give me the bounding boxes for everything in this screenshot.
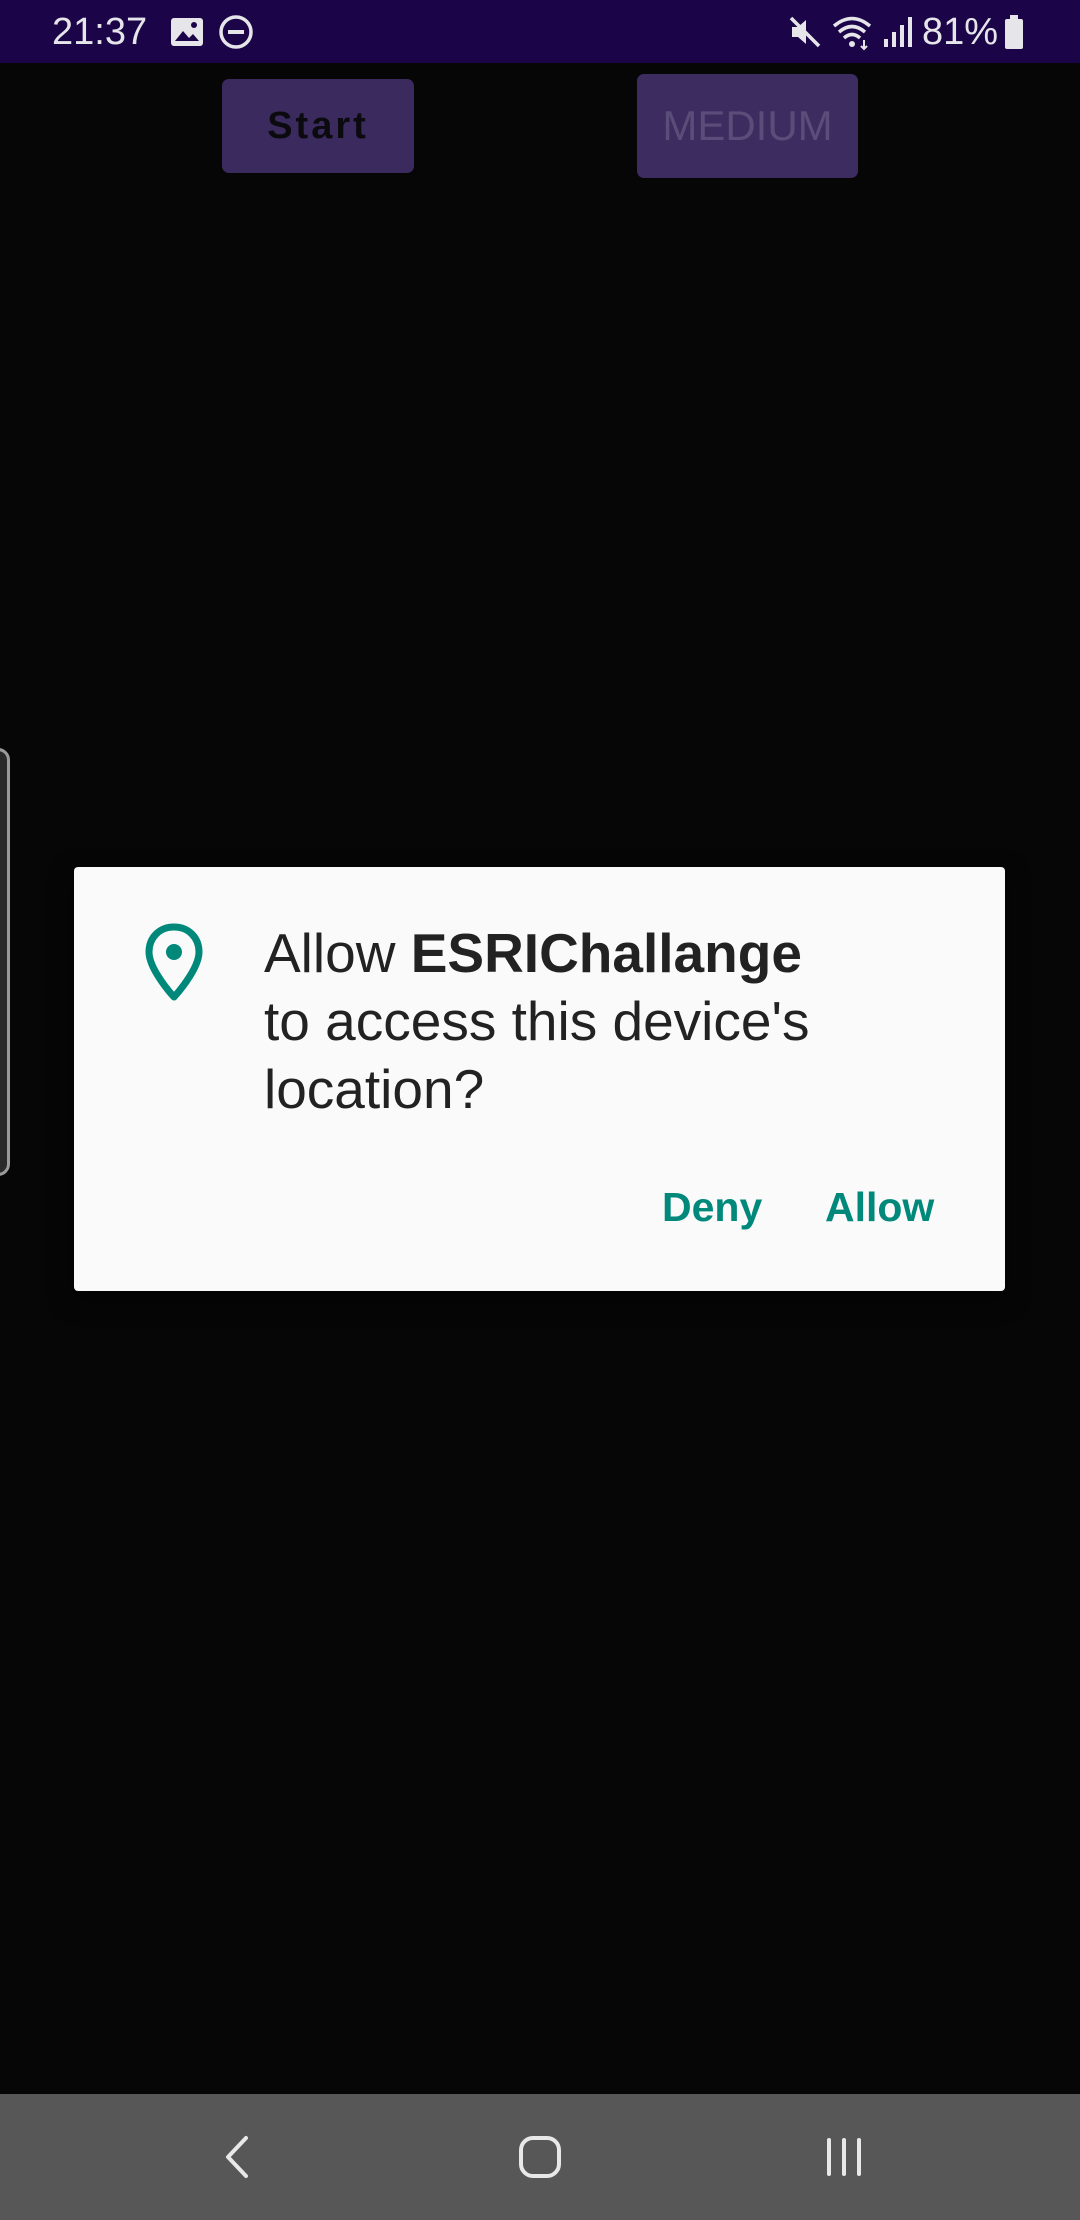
app-name: ESRIChallange bbox=[410, 922, 802, 984]
message-prefix: Allow bbox=[264, 922, 411, 984]
mute-icon bbox=[789, 16, 821, 48]
image-icon bbox=[171, 18, 203, 46]
battery-percent: 81% bbox=[922, 11, 999, 53]
navigation-bar bbox=[0, 2094, 1080, 2220]
message-suffix: to access this device's location? bbox=[264, 990, 810, 1120]
permission-dialog: Allow ESRIChallange to access this devic… bbox=[74, 867, 1005, 1291]
back-icon[interactable] bbox=[214, 2132, 264, 2182]
status-time: 21:37 bbox=[52, 11, 148, 53]
start-button[interactable]: Start bbox=[222, 79, 414, 173]
difficulty-button[interactable]: MEDIUM bbox=[637, 74, 858, 178]
dialog-message: Allow ESRIChallange to access this devic… bbox=[264, 919, 964, 1123]
wifi-icon bbox=[832, 16, 872, 51]
location-pin-icon bbox=[145, 923, 203, 1001]
home-icon[interactable] bbox=[515, 2132, 565, 2182]
deny-button[interactable]: Deny bbox=[662, 1182, 762, 1232]
status-bar: 21:37 81% bbox=[0, 0, 1080, 63]
edge-panel-handle[interactable] bbox=[0, 748, 10, 1176]
signal-icon bbox=[884, 17, 912, 47]
allow-button[interactable]: Allow bbox=[825, 1182, 934, 1232]
do-not-disturb-icon bbox=[219, 15, 253, 49]
battery-icon bbox=[1005, 15, 1023, 49]
recents-icon[interactable] bbox=[819, 2132, 869, 2182]
